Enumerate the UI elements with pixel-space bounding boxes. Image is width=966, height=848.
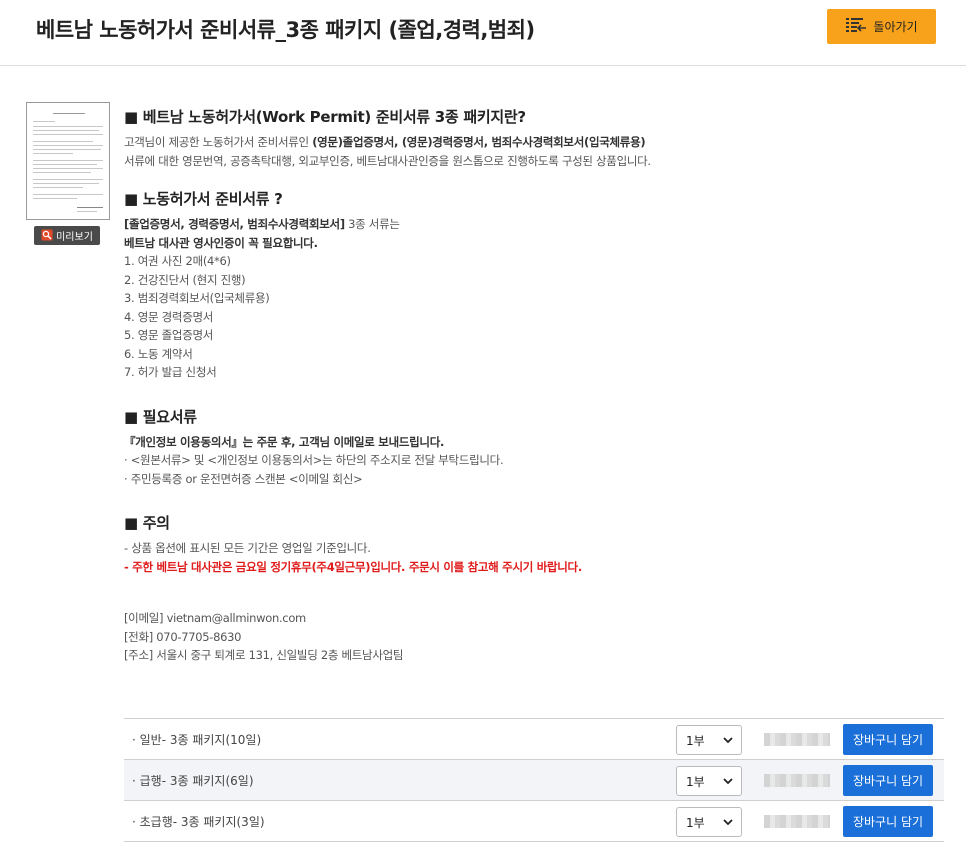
add-to-cart-button[interactable]: 장바구니 담기 [843,724,933,755]
back-button-label: 돌아가기 [873,20,918,34]
price-blurred [764,815,830,828]
quantity-value: 1부 [686,815,705,830]
quantity-select[interactable]: 1부 [676,725,742,755]
notice-line-1: - 상품 옵션에 표시된 모든 기간은 영업일 기준입니다. [124,541,371,555]
option-row: · 급행- 3종 패키지(6일) 1부 장바구니 담기 [124,760,944,801]
document-item: 7. 허가 발급 신청서 [124,365,217,379]
documents-intro-2: 베트남 대사관 영사인증이 꼭 필요합니다. [124,235,318,250]
contact-email: [이메일] vietnam@allminwon.com [124,611,306,625]
option-label: · 초급행- 3종 패키지(3일) [132,815,265,829]
document-item: 1. 여권 사진 2매(4*6) [124,254,231,268]
section-title-overview: ■ 베트남 노동허가서(Work Permit) 준비서류 3종 패키지란? [124,108,526,126]
chevron-down-icon [722,816,734,831]
add-to-cart-button[interactable]: 장바구니 담기 [843,765,933,796]
list-back-icon [845,17,867,37]
back-button[interactable]: 돌아가기 [827,9,936,44]
option-label: · 일반- 3종 패키지(10일) [132,733,262,747]
quantity-select[interactable]: 1부 [676,766,742,796]
quantity-value: 1부 [686,733,705,748]
section-title-required: ■ 필요서류 [124,407,197,426]
price-blurred [764,733,830,746]
page-title: 베트남 노동허가서 준비서류_3종 패키지 (졸업,경력,범죄) [36,18,535,42]
quantity-select[interactable]: 1부 [676,807,742,837]
contact-phone: [전화] 070-7705-8630 [124,629,242,644]
section-title-documents: ■ 노동허가서 준비서류 ? [124,190,283,208]
section-title-notice: ■ 주의 [124,514,170,532]
notice-line-2-warning: - 주한 베트남 대사관은 금요일 정기휴무(주4일근무)입니다. 주문시 이를… [124,559,582,574]
option-row: · 일반- 3종 패키지(10일) 1부 장바구니 담기 [124,719,944,760]
option-row: · 초급행- 3종 패키지(3일) 1부 장바구니 담기 [124,801,944,842]
overview-line-2: 서류에 대한 영문번역, 공증촉탁대행, 외교부인증, 베트남대사관인증을 원스… [124,153,651,168]
document-item: 4. 영문 경력증명서 [124,309,214,324]
preview-button[interactable]: 미리보기 [34,226,100,245]
document-thumbnail[interactable] [26,102,110,220]
documents-intro-1: [졸업증명서, 경력증명서, 범죄수사경력회보서] 3종 서류는 [124,217,400,231]
quantity-value: 1부 [686,774,705,789]
document-item: 3. 범죄경력회보서(입국체류용) [124,291,270,305]
option-label: · 급행- 3종 패키지(6일) [132,774,254,788]
price-blurred [764,774,830,787]
required-line-3: · 주민등록증 or 운전면허증 스캔본 <이메일 회신> [124,471,363,486]
document-item: 6. 노동 계약서 [124,346,193,361]
product-options: · 일반- 3종 패키지(10일) 1부 장바구니 담기 · 급행- 3종 패키… [124,718,944,842]
page-header: 베트남 노동허가서 준비서류_3종 패키지 (졸업,경력,범죄) 돌아가기 [0,0,966,66]
preview-button-label: 미리보기 [56,232,93,243]
document-item: 2. 건강진단서 (현지 진행) [124,272,246,287]
overview-line-1: 고객님이 제공한 노동허가서 준비서류인 (영문)졸업증명서, (영문)경력증명… [124,135,646,149]
magnifier-icon [41,226,53,245]
required-line-1: 『개인정보 이용동의서』는 주문 후, 고객님 이메일로 보내드립니다. [124,434,445,449]
chevron-down-icon [722,734,734,749]
chevron-down-icon [722,775,734,790]
add-to-cart-button[interactable]: 장바구니 담기 [843,806,933,837]
contact-address: [주소] 서울시 중구 퇴계로 131, 신일빌딩 2층 베트남사업팀 [124,648,404,662]
required-line-2: · <원본서류> 및 <개인정보 이용동의서>는 하단의 주소지로 전달 부탁드… [124,453,504,467]
product-description: ■ 베트남 노동허가서(Work Permit) 준비서류 3종 패키지란? 고… [124,106,944,665]
document-item: 5. 영문 졸업증명서 [124,328,214,342]
